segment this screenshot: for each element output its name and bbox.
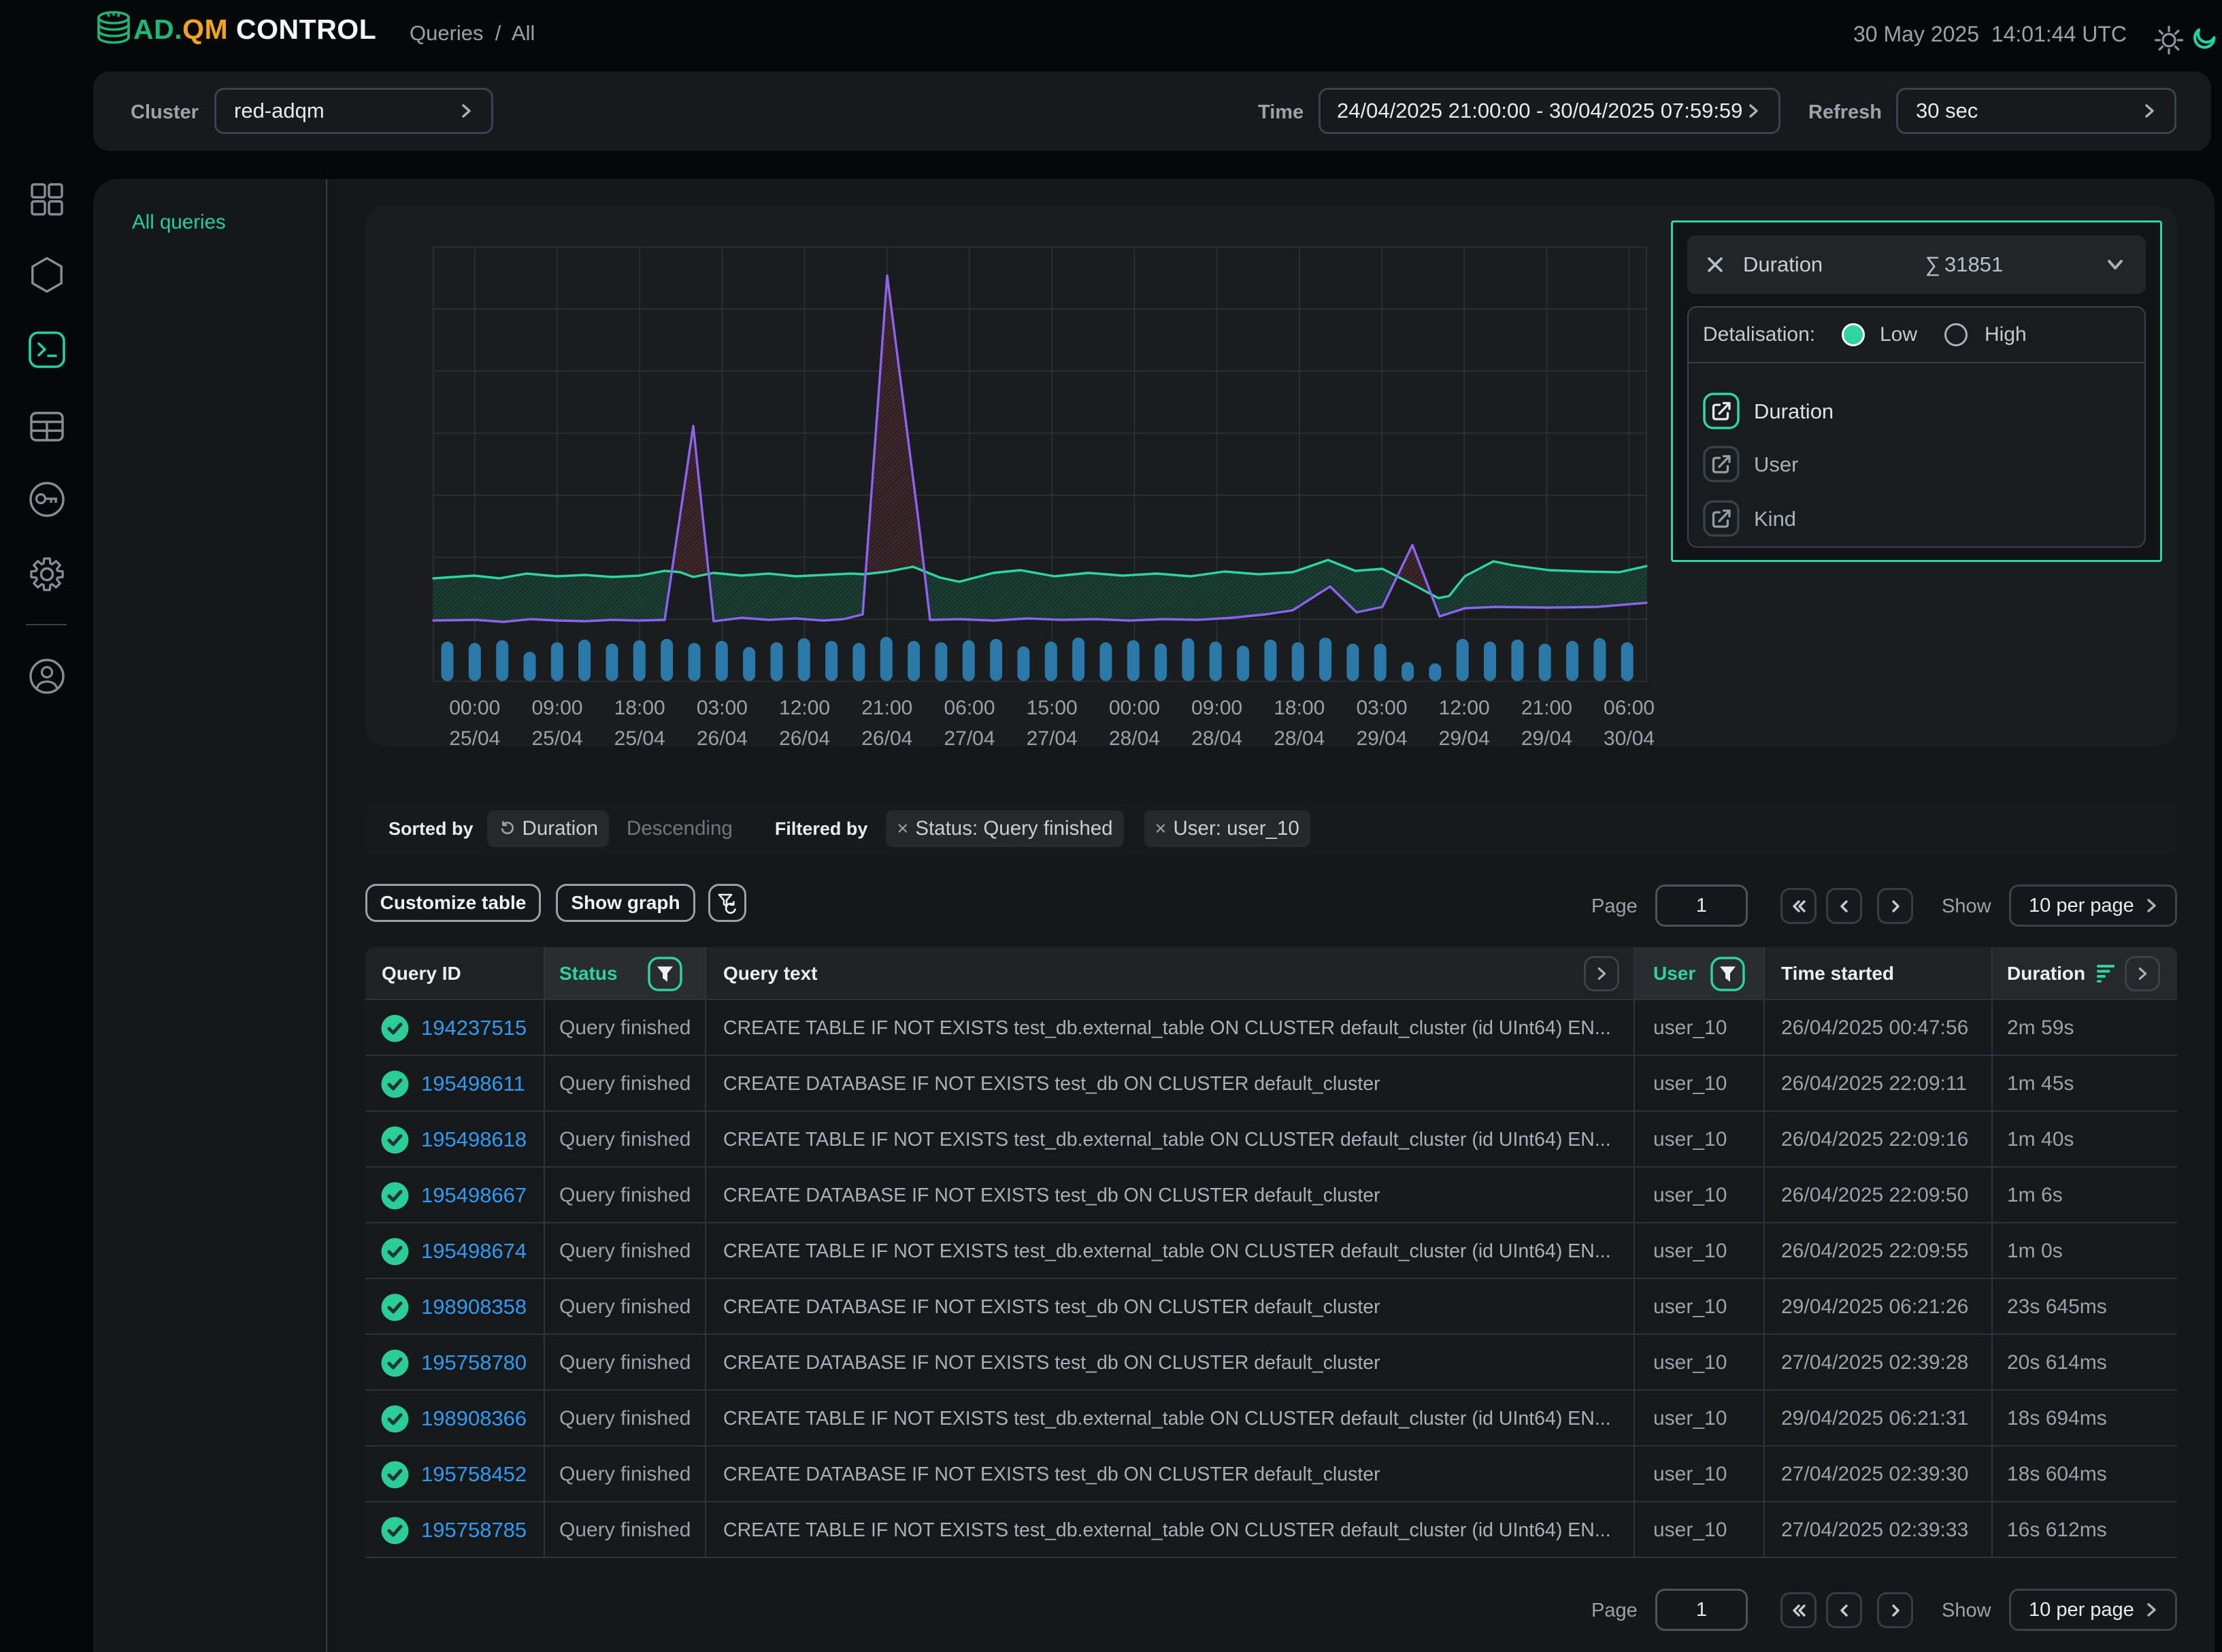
svg-text:28/04: 28/04: [1109, 727, 1160, 746]
svg-text:27/04: 27/04: [944, 727, 995, 746]
svg-text:00:00: 00:00: [449, 697, 500, 719]
svg-text:09:00: 09:00: [1191, 697, 1242, 719]
svg-text:06:00: 06:00: [1604, 697, 1655, 719]
svg-text:26/04: 26/04: [861, 727, 912, 746]
svg-text:03:00: 03:00: [1356, 697, 1407, 719]
svg-text:28/04: 28/04: [1274, 727, 1325, 746]
svg-text:28/04: 28/04: [1191, 727, 1242, 746]
svg-text:06:00: 06:00: [944, 697, 995, 719]
svg-text:21:00: 21:00: [1521, 697, 1572, 719]
svg-text:26/04: 26/04: [779, 727, 830, 746]
svg-text:29/04: 29/04: [1521, 727, 1572, 746]
svg-text:30/04: 30/04: [1604, 727, 1655, 746]
svg-text:21:00: 21:00: [861, 697, 912, 719]
svg-text:29/04: 29/04: [1439, 727, 1490, 746]
svg-text:25/04: 25/04: [449, 727, 500, 746]
svg-text:03:00: 03:00: [697, 697, 748, 719]
svg-text:00:00: 00:00: [1109, 697, 1160, 719]
svg-text:25/04: 25/04: [614, 727, 665, 746]
svg-text:26/04: 26/04: [697, 727, 748, 746]
svg-text:27/04: 27/04: [1027, 727, 1078, 746]
svg-text:09:00: 09:00: [531, 697, 582, 719]
svg-text:25/04: 25/04: [531, 727, 582, 746]
svg-text:29/04: 29/04: [1356, 727, 1407, 746]
svg-text:18:00: 18:00: [614, 697, 665, 719]
svg-text:18:00: 18:00: [1274, 697, 1325, 719]
svg-text:12:00: 12:00: [779, 697, 830, 719]
svg-text:12:00: 12:00: [1439, 697, 1490, 719]
svg-text:15:00: 15:00: [1027, 697, 1078, 719]
